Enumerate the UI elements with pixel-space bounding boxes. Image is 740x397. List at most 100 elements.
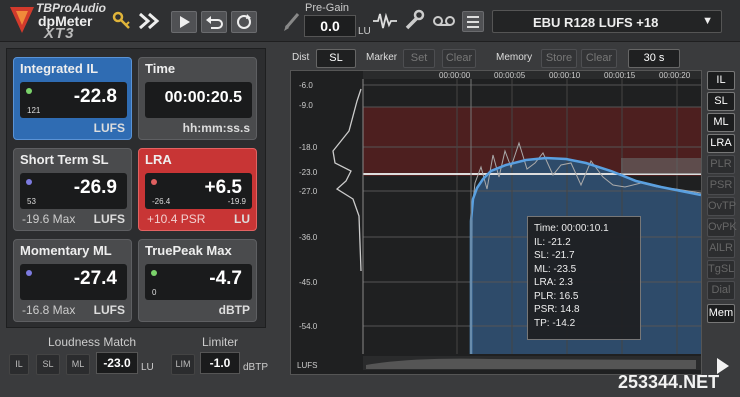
x-tick: 00:00:15 xyxy=(604,71,636,80)
toggle-tgsl-button[interactable]: TgSL xyxy=(707,260,735,279)
tooltip-line: PSR: 14.8 xyxy=(534,304,580,315)
tooltip-line: LRA: 2.3 xyxy=(534,277,573,288)
toggle-sl-button[interactable]: SL xyxy=(707,92,735,111)
fast-forward-icon[interactable] xyxy=(138,10,162,32)
toggle-ovpk-button[interactable]: OvPK xyxy=(707,218,737,237)
reset-button[interactable] xyxy=(231,11,257,33)
status-dot xyxy=(151,270,157,276)
undo-button[interactable] xyxy=(201,11,227,33)
tile-psr: +10.4 PSR xyxy=(147,212,206,226)
tooltip-line: ML: -23.5 xyxy=(534,263,577,275)
tile-unit: LU xyxy=(234,212,250,226)
integrated-value: -22.8 xyxy=(73,86,117,107)
momentary-value: -27.4 xyxy=(73,268,117,289)
play-button[interactable] xyxy=(171,11,197,33)
y-tick: -9.0 xyxy=(299,101,313,110)
integrated-meter-tile[interactable]: Integrated IL -22.8 121 LUFS xyxy=(13,57,132,140)
momentary-meter-tile[interactable]: Momentary ML -27.4 -16.8 Max LUFS xyxy=(13,239,132,322)
product-edition: XT3 xyxy=(44,25,75,42)
toggle-psr-button[interactable]: PSR xyxy=(707,176,735,195)
y-tick: -36.0 xyxy=(299,233,318,242)
match-target-input[interactable]: -23.0 xyxy=(96,352,138,374)
toggle-ml-button[interactable]: ML xyxy=(707,113,735,132)
toggle-lra-button[interactable]: LRA xyxy=(707,134,735,153)
x-tick: 00:00:20 xyxy=(659,71,691,80)
pregain-input[interactable]: 0.0 xyxy=(304,15,356,37)
toggle-ovtp-button[interactable]: OvTP xyxy=(707,197,736,216)
license-key-icon[interactable] xyxy=(112,10,132,32)
pregain-label: Pre-Gain xyxy=(305,2,350,14)
limiter-label: Limiter xyxy=(202,335,239,349)
match-ml-button[interactable]: ML xyxy=(66,354,90,375)
tile-title: TruePeak Max xyxy=(145,243,232,258)
memory-store-button[interactable]: Store xyxy=(541,49,577,68)
time-meter-tile[interactable]: Time 00:00:20.5 hh:mm:ss.s xyxy=(138,57,257,140)
wrench-icon[interactable] xyxy=(403,9,425,31)
status-dot xyxy=(26,270,32,276)
tile-title: LRA xyxy=(145,152,172,167)
truepeak-meter-tile[interactable]: TruePeak Max -4.7 0 dBTP xyxy=(138,239,257,322)
match-sl-button[interactable]: SL xyxy=(36,354,60,375)
tile-small-value: 0 xyxy=(152,288,157,297)
lra-meter-tile[interactable]: LRA +6.5 -26.4 -19.9 +10.4 PSR LU xyxy=(138,148,257,231)
watermark-text: 253344.NET xyxy=(618,372,720,392)
tile-unit: LUFS xyxy=(93,212,125,226)
toggle-dial-button[interactable]: Dial xyxy=(707,281,735,300)
marker-set-button[interactable]: Set xyxy=(403,49,435,68)
time-window-select[interactable]: 30 s xyxy=(628,49,680,68)
limiter-input[interactable]: -1.0 xyxy=(200,352,240,374)
y-tick: -23.0 xyxy=(299,168,318,177)
list-menu-button[interactable] xyxy=(462,11,484,32)
tile-display: -22.8 121 xyxy=(20,82,127,118)
short-term-value: -26.9 xyxy=(73,177,117,198)
tile-unit: hh:mm:ss.s xyxy=(182,121,250,135)
toggle-allr-button[interactable]: AlLR xyxy=(707,239,735,258)
tile-max: -19.6 Max xyxy=(22,212,76,226)
tile-display: -26.9 53 xyxy=(20,173,127,209)
tile-title: Short Term SL xyxy=(20,152,109,167)
preset-dropdown[interactable]: EBU R128 LUFS +18 ▼ xyxy=(492,10,722,33)
meter-panel: Integrated IL -22.8 121 LUFS Time 00:00:… xyxy=(6,48,266,328)
overview-strip xyxy=(366,358,696,369)
pencil-icon[interactable] xyxy=(282,10,302,32)
preset-name: EBU R128 LUFS +18 xyxy=(533,15,659,30)
status-dot xyxy=(151,179,157,185)
lra-band xyxy=(621,158,701,174)
tooltip-line: TP: -14.2 xyxy=(534,317,576,329)
x-tick: 00:00:10 xyxy=(549,71,581,80)
tile-small-value: 121 xyxy=(27,106,41,115)
tape-icon[interactable] xyxy=(432,12,456,30)
short-term-meter-tile[interactable]: Short Term SL -26.9 53 -19.6 Max LUFS xyxy=(13,148,132,231)
y-tick: -6.0 xyxy=(299,81,313,90)
tile-display: +6.5 -26.4 -19.9 xyxy=(145,173,252,209)
status-dot xyxy=(26,88,32,94)
logo-icon xyxy=(10,7,34,33)
tile-display: -4.7 0 xyxy=(145,264,252,300)
tile-title: Integrated IL xyxy=(20,61,99,76)
refresh-icon xyxy=(237,14,251,29)
toggle-plr-button[interactable]: PLR xyxy=(707,155,735,174)
toggle-mem-button[interactable]: Mem xyxy=(707,304,735,323)
memory-clear-button[interactable]: Clear xyxy=(581,49,617,68)
loudness-history-graph[interactable]: -6.0 -9.0 -18.0 -23.0 -27.0 -36.0 -45.0 … xyxy=(290,70,702,375)
tooltip-line: Time: 00:00:10.1 xyxy=(534,223,609,234)
tile-title: Momentary ML xyxy=(20,243,112,258)
limiter-unit: dBTP xyxy=(243,362,269,373)
dist-label: Dist xyxy=(292,52,310,63)
tile-small-value: -26.4 xyxy=(152,197,171,206)
list-icon xyxy=(467,16,479,28)
time-value: 00:00:20.5 xyxy=(164,89,242,106)
match-unit: LU xyxy=(141,362,154,373)
undo-icon xyxy=(206,16,223,29)
x-tick: 00:00:05 xyxy=(494,71,526,80)
limiter-button[interactable]: LIM xyxy=(171,354,195,375)
toggle-il-button[interactable]: IL xyxy=(707,71,735,90)
dist-select[interactable]: SL xyxy=(316,49,356,68)
waveform-icon[interactable] xyxy=(372,10,398,32)
match-il-button[interactable]: IL xyxy=(9,354,29,375)
tile-small-value: 53 xyxy=(27,197,36,206)
distribution-curve xyxy=(332,88,362,272)
play-icon xyxy=(180,16,190,28)
marker-clear-button[interactable]: Clear xyxy=(442,49,476,68)
x-tick: 00:00:00 xyxy=(439,71,471,80)
